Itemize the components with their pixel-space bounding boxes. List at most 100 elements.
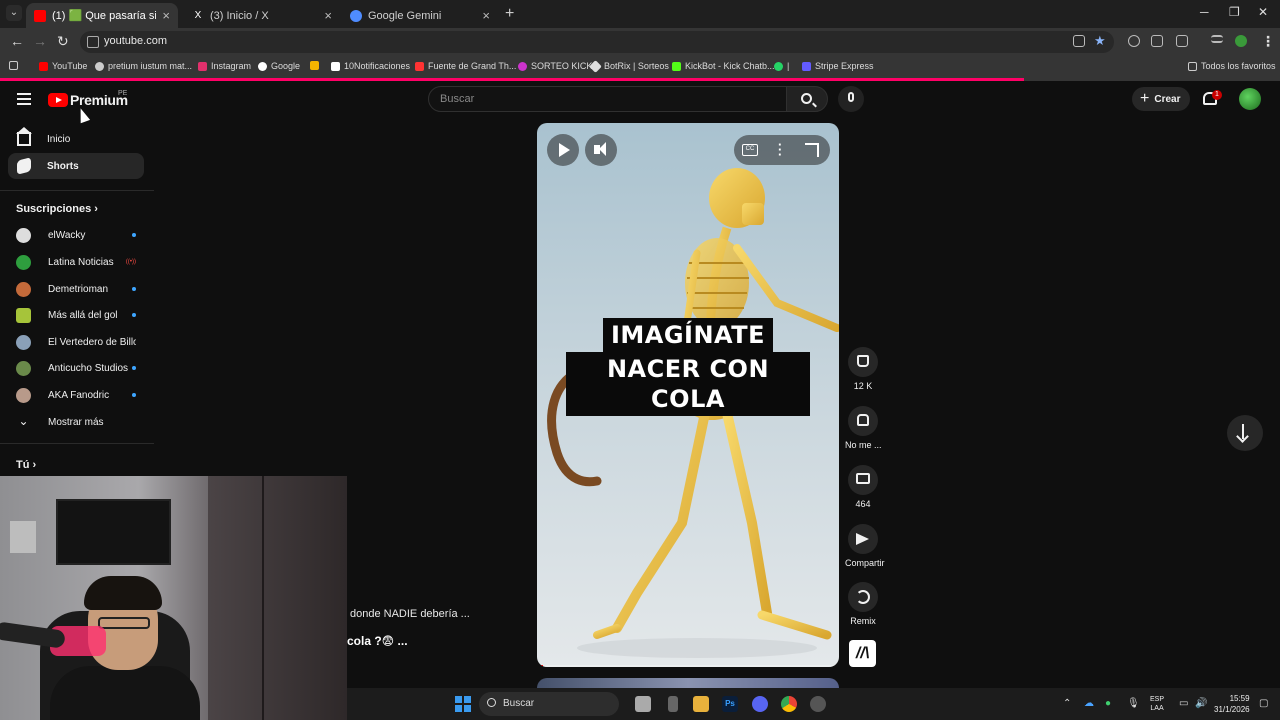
show-more-button[interactable]: ⌄ Mostrar más: [16, 412, 136, 432]
video-progress-bar[interactable]: [537, 665, 839, 667]
volume-tray-icon[interactable]: 🔊: [1195, 698, 1207, 709]
bookmark-sorteo-kick[interactable]: SORTEO KICK: [518, 61, 592, 71]
share-button[interactable]: Compartir: [845, 524, 885, 568]
close-tab-icon[interactable]: ×: [324, 8, 332, 23]
search-input[interactable]: Buscar: [428, 86, 787, 112]
new-tab-icon[interactable]: +: [505, 5, 514, 23]
minimize-icon[interactable]: ─: [1200, 5, 1209, 19]
extension-icon[interactable]: [1151, 35, 1163, 47]
remix-button[interactable]: Remix: [845, 582, 881, 626]
system-clock[interactable]: 15:59 31/1/2026: [1214, 693, 1250, 715]
tab-gemini[interactable]: Google Gemini ×: [342, 3, 498, 28]
sidebar-item-shorts[interactable]: Shorts: [8, 153, 144, 179]
like-button[interactable]: 12 K: [845, 347, 881, 391]
thumbs-up-icon: [857, 355, 869, 367]
tab-x[interactable]: X (3) Inicio / X ×: [184, 3, 340, 28]
captions-icon[interactable]: CC: [742, 144, 758, 156]
fullscreen-icon[interactable]: [805, 143, 819, 157]
volume-button[interactable]: [585, 134, 617, 166]
extensions-puzzle-icon[interactable]: [1176, 35, 1188, 47]
bookmark-star-icon[interactable]: ★: [1094, 33, 1106, 49]
close-tab-icon[interactable]: ×: [162, 8, 170, 23]
site-info-icon[interactable]: [87, 36, 99, 48]
address-bar[interactable]: youtube.com: [80, 31, 1114, 53]
country-code: PE: [118, 90, 128, 97]
close-window-icon[interactable]: ✕: [1258, 5, 1268, 19]
bookmark-stripe[interactable]: Stripe Express: [802, 61, 874, 71]
subscription-item[interactable]: AKA Fanodric: [16, 385, 136, 405]
glasses: [98, 617, 150, 629]
apps-grid-icon[interactable]: [9, 61, 22, 70]
extension-icon[interactable]: [1128, 35, 1140, 47]
comments-button[interactable]: 464: [845, 465, 881, 509]
subscription-item[interactable]: Demetrioman: [16, 279, 136, 299]
back-icon[interactable]: ←: [10, 33, 24, 49]
task-view-icon[interactable]: [635, 696, 651, 712]
browser-tabstrip: ⌄ (1) 🟩 Que pasaría si tuvieras cola × X…: [0, 0, 1280, 28]
bookmark-botrix[interactable]: BotRix | Sorteos: [589, 59, 669, 73]
bookmark-instagram[interactable]: Instagram: [198, 61, 251, 71]
notification-center-icon[interactable]: ▢: [1259, 698, 1268, 709]
browser-menu-icon[interactable]: ⋮: [1261, 33, 1275, 50]
avatar: [16, 387, 31, 403]
x-favicon-icon: X: [192, 9, 204, 22]
restore-icon[interactable]: ❐: [1229, 5, 1240, 19]
bookmark-x-notifications[interactable]: 10Notificaciones: [331, 61, 410, 71]
subscriptions-header[interactable]: Suscripciones ›: [16, 203, 98, 215]
menu-icon[interactable]: [17, 93, 31, 105]
search-button[interactable]: [786, 86, 828, 112]
app-tray-icon[interactable]: ●: [1105, 698, 1111, 709]
account-avatar[interactable]: [1239, 88, 1261, 110]
taskbar-search[interactable]: Buscar: [479, 692, 619, 716]
create-button[interactable]: + Crear: [1132, 87, 1190, 111]
partial-video-title[interactable]: donde NADIE debería ...: [350, 608, 470, 620]
stripe-icon: [802, 61, 811, 71]
close-tab-icon[interactable]: ×: [482, 8, 490, 23]
next-short-button[interactable]: [1227, 415, 1263, 451]
discord-icon[interactable]: [752, 696, 768, 712]
chrome-icon[interactable]: [781, 696, 797, 712]
profile-avatar-icon[interactable]: [1235, 35, 1247, 47]
forward-icon[interactable]: →: [33, 33, 47, 49]
subscription-item[interactable]: elWacky: [16, 225, 136, 245]
subscription-item[interactable]: Latina Noticias ((•)): [16, 252, 136, 272]
youtube-premium-logo[interactable]: Premium: [48, 92, 128, 108]
sound-source-thumbnail[interactable]: //\: [849, 640, 876, 667]
app-icon[interactable]: [668, 696, 678, 712]
subscription-item[interactable]: El Vertedero de Billo: [16, 332, 136, 352]
bookmark-google[interactable]: Google: [258, 61, 300, 71]
voice-search-button[interactable]: [838, 86, 864, 112]
bookmark-pretium[interactable]: pretium iustum mat...: [95, 61, 192, 71]
subscription-item[interactable]: Más allá del gol: [16, 305, 136, 325]
reload-icon[interactable]: ↻: [57, 33, 69, 50]
youtube-favicon-icon: [34, 9, 46, 22]
bookmark-whatsapp[interactable]: |: [774, 61, 789, 71]
photoshop-icon[interactable]: Ps: [722, 696, 738, 712]
bookmark-youtube[interactable]: YouTube: [39, 61, 87, 71]
bookmark-unnamed[interactable]: [310, 61, 323, 70]
tab-search-menu-icon[interactable]: ⌄: [6, 5, 22, 21]
network-icon[interactable]: ▭: [1179, 698, 1188, 709]
obs-icon[interactable]: [810, 696, 826, 712]
partial-video-title[interactable]: cola ?😨 ...: [347, 634, 408, 648]
microphone-tray-icon[interactable]: 🎙: [1127, 698, 1140, 709]
bookmark-kickbot[interactable]: KickBot - Kick Chatb...: [672, 61, 775, 71]
language-indicator[interactable]: ESP LAA: [1150, 695, 1164, 713]
onedrive-icon[interactable]: ☁: [1084, 698, 1094, 709]
dislike-button[interactable]: No me ...: [845, 406, 882, 450]
short-video-player[interactable]: CC · · · IMAGÍNATE NACER CON COLA: [537, 123, 839, 667]
all-bookmarks[interactable]: Todos los favoritos: [1188, 61, 1276, 71]
tray-overflow-icon[interactable]: ⌃: [1063, 698, 1071, 709]
play-button[interactable]: [547, 134, 579, 166]
install-app-icon[interactable]: [1073, 35, 1085, 47]
mouse-cursor-icon: [75, 106, 91, 124]
windows-start-icon[interactable]: [455, 696, 471, 712]
subscription-item[interactable]: Anticucho Studios: [16, 358, 136, 378]
sidebar-item-inicio[interactable]: Inicio: [8, 126, 144, 152]
tab-list-icon[interactable]: [1211, 35, 1223, 43]
more-options-icon[interactable]: · · ·: [778, 138, 784, 161]
tab-youtube[interactable]: (1) 🟩 Que pasaría si tuvieras cola ×: [26, 3, 178, 28]
bookmark-gta[interactable]: Fuente de Grand Th...: [415, 61, 516, 71]
file-explorer-icon[interactable]: [693, 696, 709, 712]
you-header[interactable]: Tú ›: [16, 459, 36, 471]
